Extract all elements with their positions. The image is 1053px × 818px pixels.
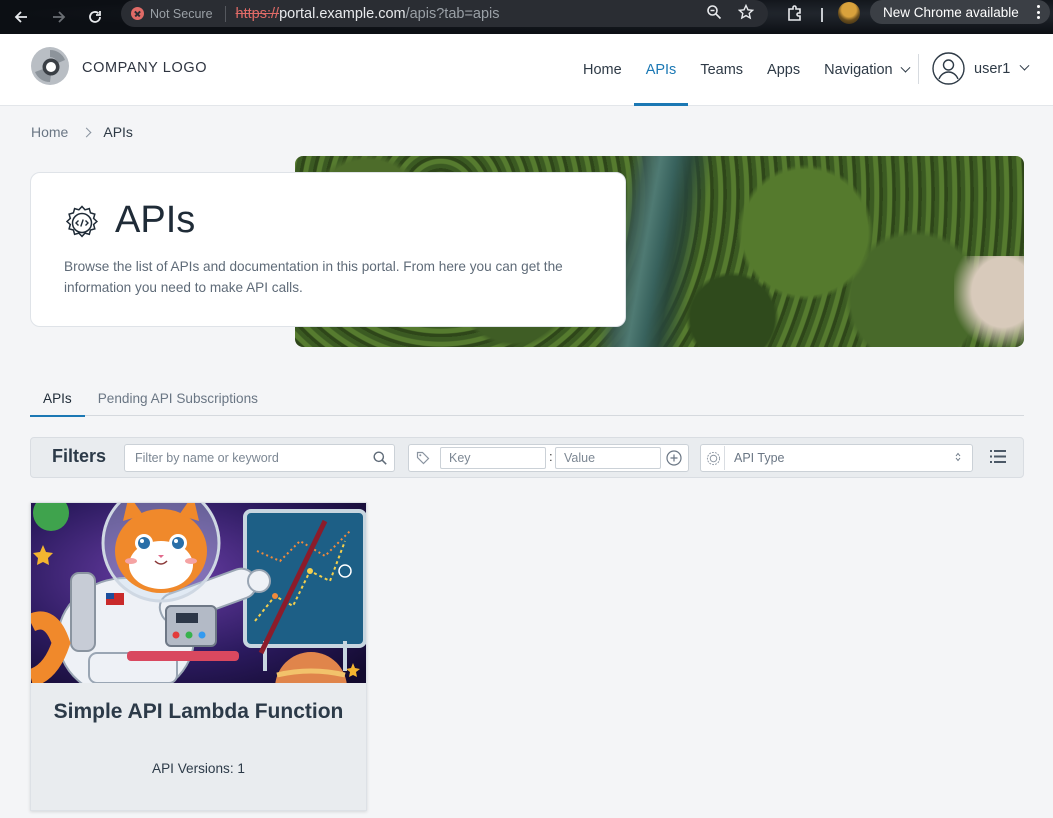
new-chrome-label: New Chrome available: [883, 4, 1019, 20]
filters-bar: Filters : API Type: [30, 437, 1024, 478]
api-versions: API Versions: 1: [152, 761, 245, 776]
hero-card: APIs Browse the list of APIs and documen…: [30, 172, 626, 327]
toolbar-divider: [821, 8, 823, 22]
apis-tabs: APIs Pending API Subscriptions: [30, 380, 1024, 417]
security-label: Not Secure: [150, 6, 213, 21]
company-logo-icon[interactable]: [30, 46, 70, 86]
nav-navigation-label: Navigation: [824, 62, 893, 78]
api-name[interactable]: Simple API Lambda Function: [31, 699, 366, 724]
zoom-icon[interactable]: [706, 4, 722, 25]
bookmark-star-icon[interactable]: [737, 3, 755, 25]
back-icon[interactable]: [10, 6, 32, 28]
page-title: APIs: [115, 199, 196, 241]
api-card[interactable]: Simple API Lambda Function API Versions:…: [30, 502, 367, 811]
breadcrumb-current: APIs: [103, 124, 133, 140]
address-bar[interactable]: Not Secure https://portal.example.com/ap…: [121, 0, 768, 27]
api-card-image: [31, 503, 366, 683]
tag-icon: [416, 451, 430, 465]
profile-avatar[interactable]: [838, 2, 860, 24]
chevron-down-icon: [1019, 60, 1030, 71]
not-secure-icon: [131, 7, 144, 20]
omnibox-divider: [224, 5, 226, 22]
api-type-label: API Type: [734, 451, 785, 465]
nav-apis[interactable]: APIs: [633, 34, 689, 106]
api-gear-icon: [65, 205, 99, 238]
breadcrumb-home[interactable]: Home: [31, 124, 68, 140]
tab-pending-subscriptions[interactable]: Pending API Subscriptions: [85, 380, 271, 416]
browser-toolbar: Not Secure https://portal.example.com/ap…: [0, 0, 1053, 34]
breadcrumb: Home APIs: [31, 124, 133, 140]
value-input[interactable]: [555, 447, 661, 469]
url-text[interactable]: https://portal.example.com/apis?tab=apis: [236, 6, 500, 22]
key-value-filter: :: [408, 444, 689, 472]
site-header: COMPANY LOGO Home APIs Teams Apps Naviga…: [0, 34, 1053, 106]
key-value-separator: :: [549, 449, 553, 464]
user-avatar-icon: [932, 52, 965, 85]
main-nav: Home APIs Teams Apps Navigation: [571, 34, 921, 106]
key-input[interactable]: [440, 447, 546, 469]
page-description: Browse the list of APIs and documentatio…: [64, 259, 563, 295]
url-host: portal.example.com: [279, 5, 406, 22]
select-arrows-icon: [955, 452, 961, 462]
chevron-down-icon: [900, 62, 911, 73]
nav-navigation-dropdown[interactable]: Navigation: [812, 34, 921, 106]
gear-icon: [706, 451, 721, 466]
url-path: /apis?tab=apis: [405, 5, 500, 22]
forward-icon[interactable]: [48, 6, 70, 28]
new-chrome-button[interactable]: New Chrome available: [870, 0, 1050, 24]
search-input[interactable]: [124, 444, 395, 472]
search-icon[interactable]: [373, 451, 387, 465]
more-menu-icon[interactable]: [1037, 5, 1040, 22]
user-name: user1: [974, 60, 1011, 77]
filters-label: Filters: [52, 446, 107, 466]
nav-divider: [918, 54, 919, 84]
url-scheme: https://: [235, 5, 280, 22]
logo-text[interactable]: COMPANY LOGO: [82, 60, 207, 76]
list-view-icon[interactable]: [990, 449, 1006, 464]
tab-apis[interactable]: APIs: [30, 380, 85, 417]
nav-teams[interactable]: Teams: [688, 34, 755, 106]
api-type-filter: API Type: [700, 444, 973, 472]
user-menu[interactable]: user1: [932, 52, 1030, 85]
security-indicator[interactable]: Not Secure: [131, 7, 213, 21]
extensions-icon[interactable]: [786, 4, 804, 27]
nav-home[interactable]: Home: [571, 34, 634, 106]
add-filter-icon[interactable]: [666, 450, 682, 466]
chevron-right-icon: [81, 127, 92, 137]
nav-apps[interactable]: Apps: [755, 34, 812, 106]
reload-icon[interactable]: [84, 6, 106, 28]
api-type-select[interactable]: API Type: [724, 446, 971, 470]
